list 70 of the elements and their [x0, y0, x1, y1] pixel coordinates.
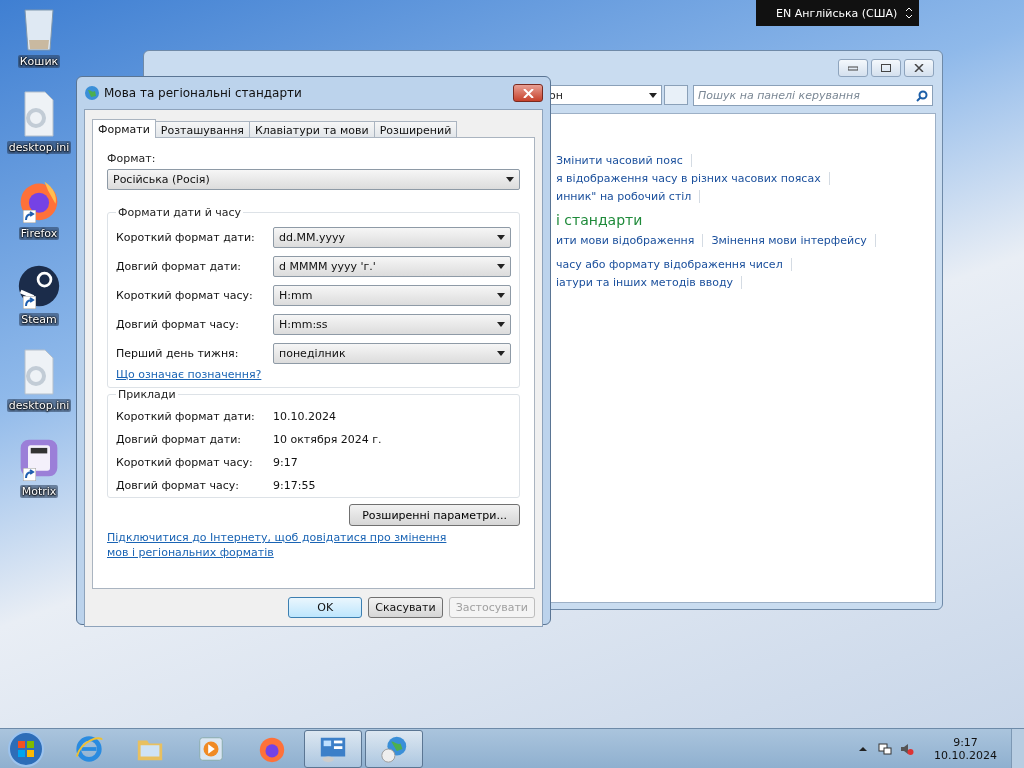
format-dropdown[interactable]: d MMMM yyyy 'г.' [273, 256, 511, 277]
group-title: Формати дати й часу [117, 206, 243, 219]
options-arrows-icon[interactable] [905, 6, 913, 20]
tab[interactable]: Клавіатури та мови [248, 121, 375, 137]
close-icon [914, 64, 924, 72]
dropdown-arrow-icon [497, 235, 505, 240]
example-label: Довгий формат дати: [116, 433, 243, 446]
task-link[interactable]: инник" на робочий стіл [556, 189, 692, 203]
task-link[interactable]: іатури та інших методів вводу [556, 275, 734, 289]
close-button[interactable] [904, 59, 934, 77]
example-label: Короткий формат дати: [116, 410, 256, 423]
format-dropdown[interactable]: H:mm:ss [273, 314, 511, 335]
start-button[interactable] [6, 728, 46, 768]
language-bar[interactable]: EN Англійська (США) [756, 0, 919, 26]
dropdown-arrow-icon [497, 322, 505, 327]
field-label: Довгий формат часу: [116, 318, 240, 331]
task-link[interactable]: я відображення часу в різних часових поясах [556, 171, 821, 185]
category-heading[interactable]: і стандарти [556, 212, 935, 228]
dropdown-arrow-icon [497, 351, 505, 356]
field-label: Короткий формат дати: [116, 231, 256, 244]
dropdown-arrow-icon [649, 92, 657, 98]
desktop-icon-label[interactable]: Steam [19, 313, 59, 326]
taskbar-button[interactable] [365, 729, 423, 768]
dropdown-arrow-icon [506, 177, 514, 182]
clock[interactable]: 9:17 10.10.2024 [934, 735, 997, 762]
dropdown-arrow-icon [497, 293, 505, 298]
advanced-settings-button[interactable]: Розширенні параметри... [349, 504, 520, 526]
refresh-button[interactable] [664, 85, 688, 105]
dialog-button[interactable]: Скасувати [368, 597, 443, 618]
example-value: 9:17 [273, 456, 299, 469]
network-icon[interactable] [878, 741, 892, 756]
close-icon [522, 88, 534, 98]
language-label[interactable]: EN Англійська (США) [776, 6, 898, 20]
format-dropdown[interactable]: dd.MM.yyyy [273, 227, 511, 248]
window-title: Мова та регіональні стандарти [104, 86, 302, 100]
tab[interactable]: Розташування [154, 121, 250, 137]
task-link[interactable]: ити мови відображення [556, 233, 695, 247]
close-button[interactable] [513, 84, 543, 102]
task-link[interactable]: часу або формату відображення чисел [556, 257, 783, 271]
example-value: 10.10.2024 [273, 410, 337, 423]
example-label: Довгий формат часу: [116, 479, 240, 492]
search-field[interactable]: Пошук на панелі керування [693, 85, 933, 106]
group-title: Приклади [117, 388, 177, 401]
dialog-button[interactable]: OK [288, 597, 363, 618]
speaker-muted-icon[interactable] [900, 741, 914, 756]
show-desktop-button[interactable] [1011, 728, 1024, 768]
example-label: Короткий формат часу: [116, 456, 254, 469]
field-label: Перший день тижня: [116, 347, 240, 360]
tab[interactable]: Розширений [373, 121, 458, 137]
task-link[interactable]: Змінення мови інтерфейсу [711, 233, 867, 247]
browser-e-icon [74, 733, 104, 764]
internet-link[interactable]: Підключитися до Інтернету, щоб довідатися про змінення мов і регіональних форматів [107, 530, 467, 560]
maximize-button[interactable] [871, 59, 901, 77]
taskbar-button[interactable] [304, 729, 362, 768]
globe-icon [84, 85, 100, 101]
field-label: Короткий формат часу: [116, 289, 254, 302]
example-value: 9:17:55 [273, 479, 317, 492]
format-dropdown[interactable]: H:mm [273, 285, 511, 306]
format-label: Формат: [107, 152, 157, 165]
field-label: Довгий формат дати: [116, 260, 243, 273]
example-value: 10 октября 2024 г. [273, 433, 383, 446]
format-dropdown[interactable]: понеділник [273, 343, 511, 364]
maximize-icon [881, 64, 891, 72]
task-link[interactable]: Змінити часовий пояс [556, 153, 683, 167]
tab[interactable]: Формати [92, 119, 156, 138]
format-dropdown[interactable]: Російська (Росія) [107, 169, 520, 190]
minimize-icon [848, 65, 858, 71]
help-link[interactable]: Що означає позначення? [116, 368, 262, 381]
search-icon [916, 90, 928, 102]
dropdown-arrow-icon [497, 264, 505, 269]
